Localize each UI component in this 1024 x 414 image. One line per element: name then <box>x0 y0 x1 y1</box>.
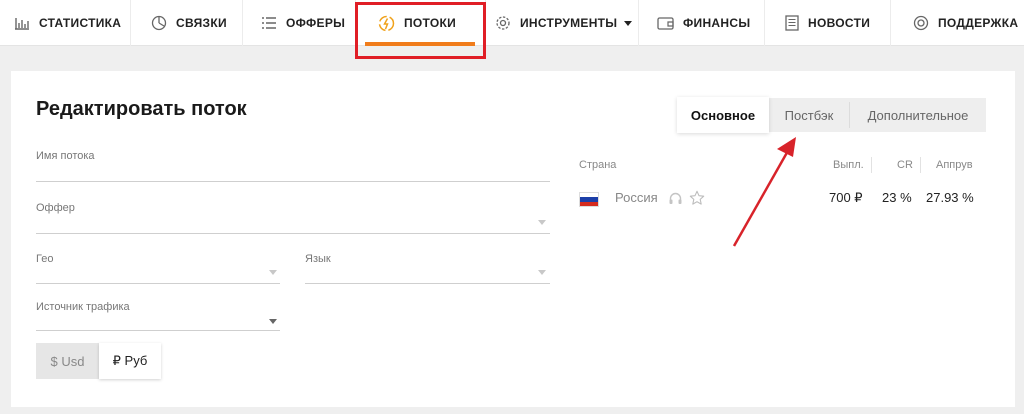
approval-value: 27.93 % <box>926 190 974 205</box>
star-icon[interactable] <box>689 190 705 206</box>
russia-flag-icon <box>579 192 599 207</box>
nav-label-statistics: СТАТИСТИКА <box>39 16 122 30</box>
nav-label-finance: ФИНАНСЫ <box>683 16 751 30</box>
flow-tabs: Основное Постбэк Дополнительное <box>677 97 986 133</box>
nav-item-statistics[interactable]: СТАТИСТИКА <box>14 0 121 46</box>
nav-label-news: НОВОСТИ <box>808 16 871 30</box>
tab-postback[interactable]: Постбэк <box>769 98 849 132</box>
nav-divider <box>890 0 891 46</box>
chevron-down-icon <box>538 270 546 275</box>
cr-value: 23 % <box>882 190 912 205</box>
nav-label-tools: ИНСТРУМЕНТЫ <box>520 16 618 30</box>
traffic-source-label: Источник трафика <box>36 301 130 313</box>
nav-label-support: ПОДДЕРЖКА <box>938 16 1019 30</box>
currency-rub-button[interactable]: ₽ Руб <box>99 343 161 379</box>
language-select[interactable] <box>305 283 550 284</box>
tab-main[interactable]: Основное <box>677 97 769 133</box>
tab-additional[interactable]: Дополнительное <box>850 98 986 132</box>
nav-item-offers[interactable]: ОФФЕРЫ <box>261 0 345 46</box>
top-navigation: СТАТИСТИКА СВЯЗКИ ОФФЕРЫ ПОТОКИ ИНСТРУМЕ… <box>0 0 1024 46</box>
chevron-down-icon <box>538 220 546 225</box>
gear-icon <box>496 16 510 30</box>
flows-highlight-annotation <box>355 2 486 59</box>
lifebuoy-icon <box>913 15 929 31</box>
payout-value: 700 ₽ <box>829 190 863 205</box>
nav-divider <box>764 0 765 46</box>
column-header-cr: CR <box>897 159 913 171</box>
flow-name-input[interactable] <box>36 181 550 182</box>
country-name: Россия <box>615 190 658 205</box>
column-header-approval: Аппрув <box>936 159 973 171</box>
geo-label: Гео <box>36 253 54 265</box>
currency-usd-button[interactable]: $ Usd <box>36 343 99 379</box>
nav-divider <box>242 0 243 46</box>
nav-item-finance[interactable]: ФИНАНСЫ <box>657 0 750 46</box>
geo-select[interactable] <box>36 283 280 284</box>
column-header-country: Страна <box>579 159 617 171</box>
list-icon <box>262 17 276 29</box>
flow-name-label: Имя потока <box>36 150 95 162</box>
language-label: Язык <box>305 253 331 265</box>
nav-item-tools[interactable]: ИНСТРУМЕНТЫ <box>495 0 633 46</box>
pie-chart-icon <box>151 15 167 31</box>
edit-flow-card: Редактировать поток Имя потока Оффер Гео… <box>11 71 1015 407</box>
nav-divider <box>638 0 639 46</box>
page-title: Редактировать поток <box>36 98 247 120</box>
nav-label-bundles: СВЯЗКИ <box>176 16 227 30</box>
header-divider <box>871 157 872 173</box>
nav-item-bundles[interactable]: СВЯЗКИ <box>151 0 227 46</box>
chevron-down-icon <box>269 319 277 324</box>
news-icon <box>785 15 799 31</box>
traffic-source-select[interactable] <box>36 330 280 331</box>
wallet-icon <box>657 17 674 30</box>
chevron-down-icon <box>269 270 277 275</box>
nav-item-support[interactable]: ПОДДЕРЖКА <box>913 0 1018 46</box>
offer-select[interactable] <box>36 233 550 234</box>
chevron-down-icon <box>624 20 633 26</box>
nav-label-offers: ОФФЕРЫ <box>286 16 346 30</box>
header-divider <box>920 157 921 173</box>
nav-item-news[interactable]: НОВОСТИ <box>785 0 870 46</box>
headset-icon[interactable] <box>668 191 683 207</box>
offer-label: Оффер <box>36 202 75 214</box>
bar-chart-icon <box>15 18 29 30</box>
column-header-payout: Выпл. <box>833 159 864 171</box>
nav-divider <box>130 0 131 46</box>
